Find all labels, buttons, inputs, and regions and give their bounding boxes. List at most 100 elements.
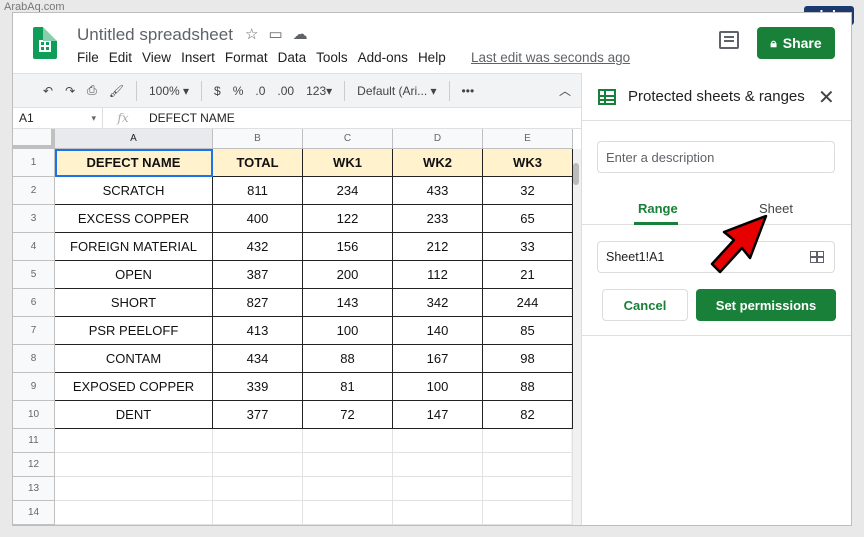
horizontal-scrollbar[interactable]	[55, 525, 571, 526]
table-cell[interactable]	[483, 501, 573, 525]
table-cell[interactable]: 82	[483, 401, 573, 429]
row-header[interactable]: 8	[13, 345, 55, 373]
move-folder-icon[interactable]: ▭	[268, 25, 282, 43]
select-all-corner[interactable]	[13, 129, 55, 149]
table-cell[interactable]: 432	[213, 233, 303, 261]
print-icon[interactable]: ⎙	[87, 83, 97, 98]
decrease-decimal-button[interactable]: .0	[255, 84, 265, 98]
table-cell[interactable]	[393, 453, 483, 477]
scroll-thumb[interactable]	[55, 525, 151, 526]
set-permissions-button[interactable]: Set permissions	[696, 289, 836, 321]
table-cell[interactable]	[483, 429, 573, 453]
column-header-c[interactable]: C	[303, 129, 393, 149]
table-cell[interactable]: 234	[303, 177, 393, 205]
table-cell[interactable]	[213, 453, 303, 477]
row-header[interactable]: 7	[13, 317, 55, 345]
menu-data[interactable]: Data	[278, 50, 307, 65]
collapse-menus-icon[interactable]: ︿	[559, 82, 571, 99]
table-cell[interactable]: EXPOSED COPPER	[55, 373, 213, 401]
table-cell[interactable]	[55, 429, 213, 453]
last-edit-link[interactable]: Last edit was seconds ago	[471, 50, 630, 65]
table-cell[interactable]: 21	[483, 261, 573, 289]
table-cell[interactable]: 339	[213, 373, 303, 401]
table-cell[interactable]: 143	[303, 289, 393, 317]
paint-format-icon[interactable]: 🖌︎	[109, 84, 124, 98]
scroll-thumb[interactable]	[573, 163, 579, 185]
table-cell[interactable]	[213, 429, 303, 453]
table-cell[interactable]: 167	[393, 345, 483, 373]
row-header[interactable]: 9	[13, 373, 55, 401]
row-header[interactable]: 13	[13, 477, 55, 501]
zoom-select[interactable]: 100% ▾	[149, 84, 189, 98]
table-cell[interactable]: FOREIGN MATERIAL	[55, 233, 213, 261]
table-cell[interactable]: 140	[393, 317, 483, 345]
table-cell[interactable]: EXCESS COPPER	[55, 205, 213, 233]
table-cell[interactable]: 72	[303, 401, 393, 429]
select-range-icon[interactable]	[810, 251, 824, 263]
table-cell[interactable]: 88	[303, 345, 393, 373]
name-box[interactable]: A1 ▾	[13, 108, 103, 128]
row-header[interactable]: 3	[13, 205, 55, 233]
table-cell[interactable]: 122	[303, 205, 393, 233]
table-cell[interactable]: 65	[483, 205, 573, 233]
sheet-grid[interactable]: A B C D E 1 DEFECT NAME TOTAL WK1 WK2 WK3 2 SCRATCH 8…	[13, 129, 581, 526]
header-cell[interactable]: WK3	[483, 149, 573, 177]
table-cell[interactable]: 147	[393, 401, 483, 429]
menu-tools[interactable]: Tools	[316, 50, 348, 65]
table-cell[interactable]: 827	[213, 289, 303, 317]
table-cell[interactable]	[55, 501, 213, 525]
header-cell[interactable]: DEFECT NAME	[55, 149, 213, 177]
row-header[interactable]: 4	[13, 233, 55, 261]
table-cell[interactable]	[55, 477, 213, 501]
table-cell[interactable]: SCRATCH	[55, 177, 213, 205]
column-header-d[interactable]: D	[393, 129, 483, 149]
table-cell[interactable]: 811	[213, 177, 303, 205]
table-cell[interactable]	[483, 453, 573, 477]
table-cell[interactable]: 387	[213, 261, 303, 289]
table-cell[interactable]	[303, 477, 393, 501]
header-cell[interactable]: TOTAL	[213, 149, 303, 177]
more-options-button[interactable]: •••	[462, 84, 475, 98]
table-cell[interactable]: 100	[393, 373, 483, 401]
header-cell[interactable]: WK2	[393, 149, 483, 177]
table-cell[interactable]: 200	[303, 261, 393, 289]
increase-decimal-button[interactable]: .00	[277, 84, 294, 98]
table-cell[interactable]: 81	[303, 373, 393, 401]
table-cell[interactable]: 112	[393, 261, 483, 289]
row-header[interactable]: 10	[13, 401, 55, 429]
table-cell[interactable]	[393, 429, 483, 453]
table-cell[interactable]: 433	[393, 177, 483, 205]
formula-input[interactable]: DEFECT NAME	[143, 111, 235, 125]
undo-icon[interactable]: ↶	[43, 84, 53, 98]
table-cell[interactable]: SHORT	[55, 289, 213, 317]
menu-edit[interactable]: Edit	[109, 50, 132, 65]
tab-range[interactable]: Range	[638, 201, 678, 216]
table-cell[interactable]: 98	[483, 345, 573, 373]
close-icon[interactable]: ✕	[818, 85, 835, 110]
row-header[interactable]: 1	[13, 149, 55, 177]
table-cell[interactable]: 233	[393, 205, 483, 233]
column-header-e[interactable]: E	[483, 129, 573, 149]
share-button[interactable]: 🔒︎ Share	[757, 27, 835, 59]
table-cell[interactable]	[213, 477, 303, 501]
table-cell[interactable]: 32	[483, 177, 573, 205]
star-icon[interactable]: ☆	[245, 25, 258, 43]
table-cell[interactable]	[393, 477, 483, 501]
row-header[interactable]: 14	[13, 501, 55, 525]
comment-history-icon[interactable]	[719, 31, 739, 49]
table-cell[interactable]	[303, 429, 393, 453]
menu-view[interactable]: View	[142, 50, 171, 65]
table-cell[interactable]: 377	[213, 401, 303, 429]
table-cell[interactable]	[213, 501, 303, 525]
table-cell[interactable]: CONTAM	[55, 345, 213, 373]
percent-button[interactable]: %	[233, 84, 244, 98]
menu-addons[interactable]: Add-ons	[358, 50, 408, 65]
description-input[interactable]: Enter a description	[597, 141, 835, 173]
row-header[interactable]: 5	[13, 261, 55, 289]
menu-file[interactable]: File	[77, 50, 99, 65]
table-cell[interactable]: 342	[393, 289, 483, 317]
table-cell[interactable]	[303, 453, 393, 477]
row-header[interactable]: 6	[13, 289, 55, 317]
row-header[interactable]: 2	[13, 177, 55, 205]
table-cell[interactable]	[303, 501, 393, 525]
